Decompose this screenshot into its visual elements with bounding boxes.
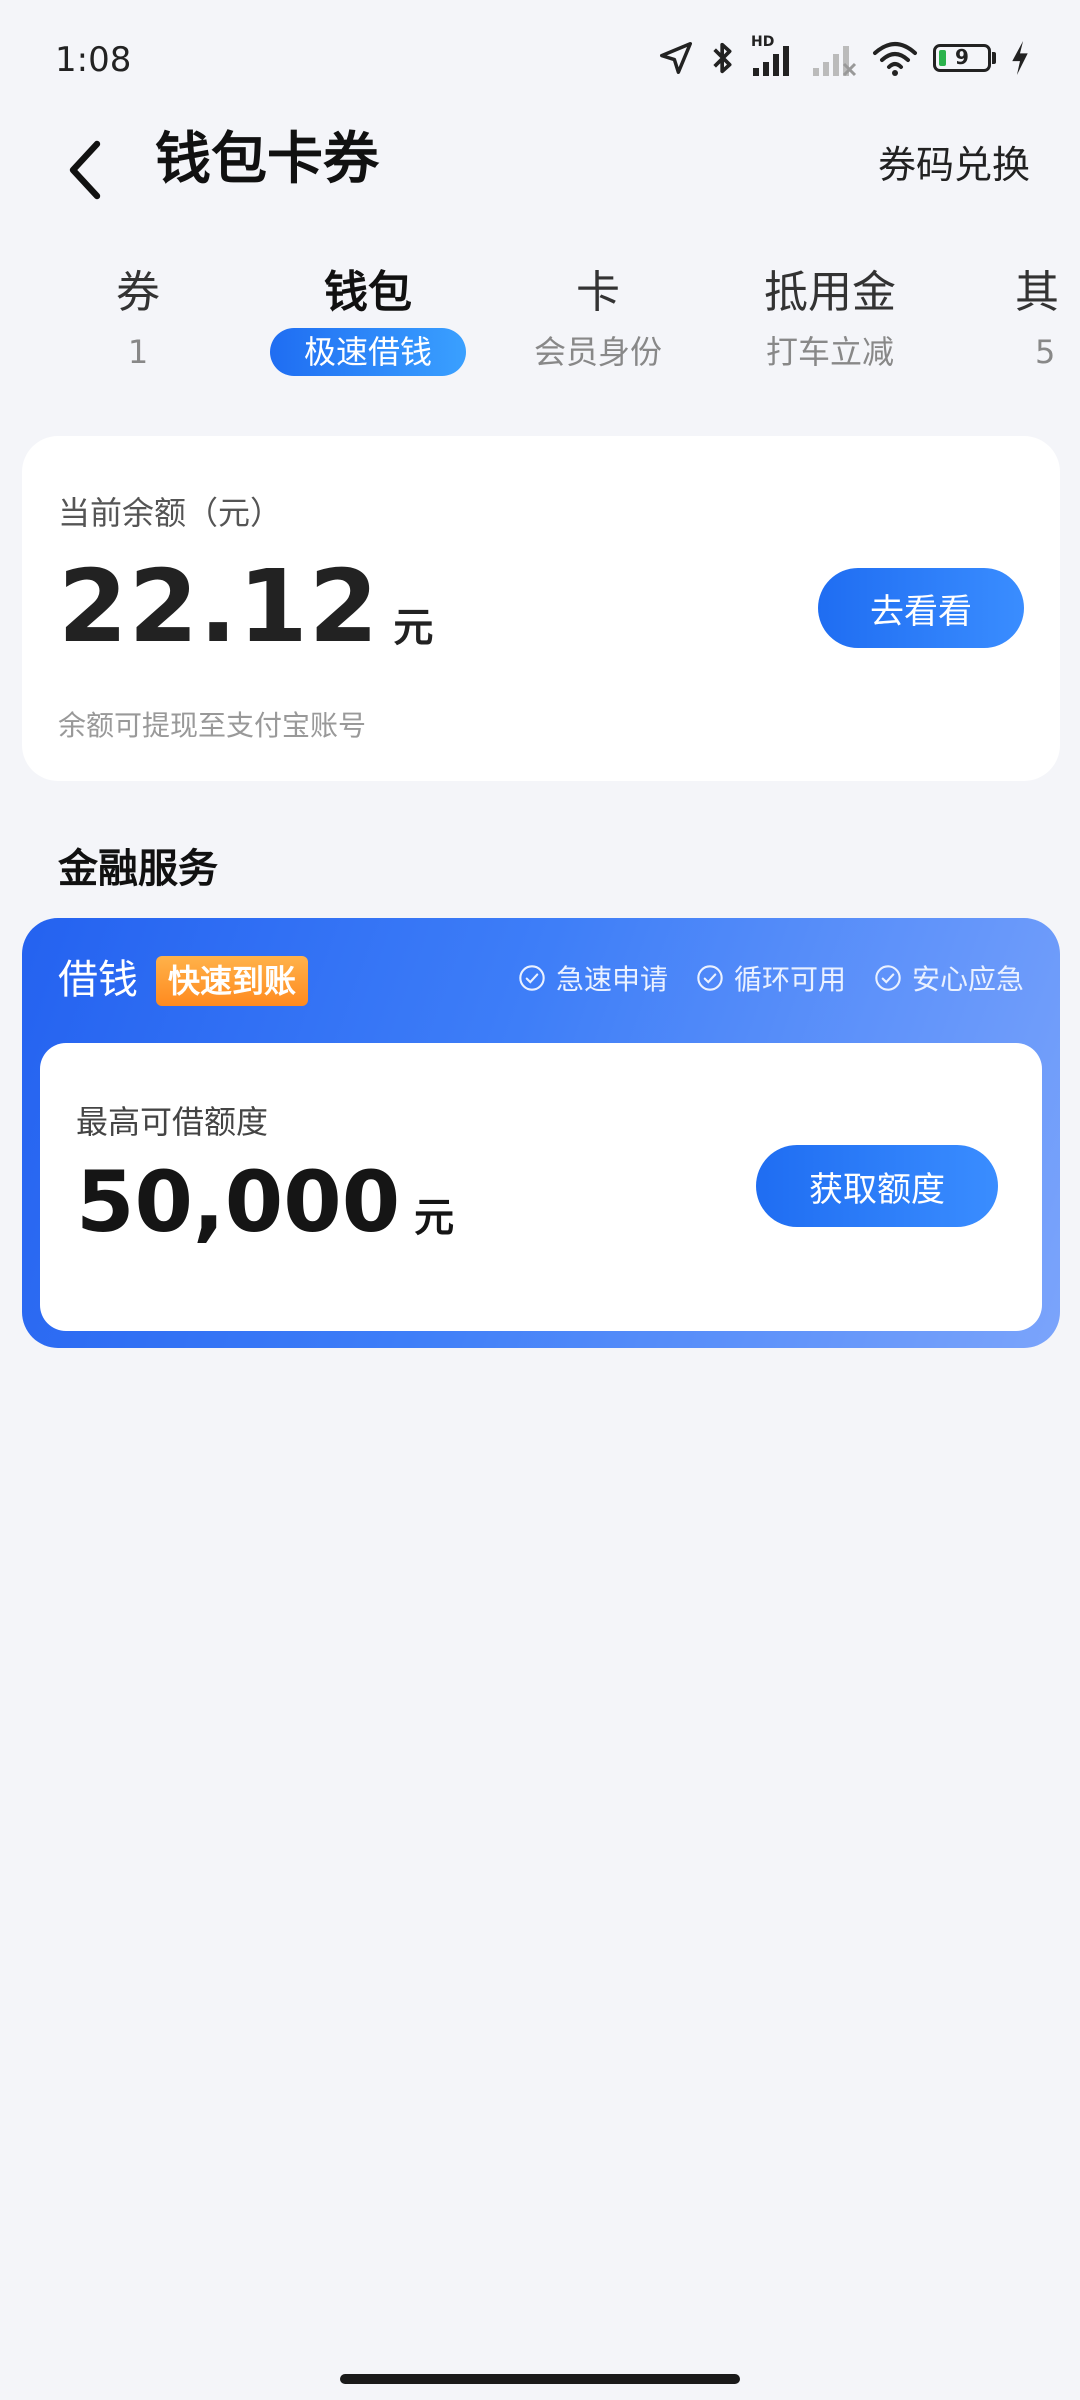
loan-limit-unit: 元 bbox=[414, 1195, 455, 1241]
signal-hd-icon: HD bbox=[751, 34, 797, 78]
loan-title: 借钱 bbox=[58, 957, 138, 1003]
tab-vouchers[interactable]: 抵用金 打车立减 bbox=[730, 262, 930, 376]
battery-level: 9 bbox=[955, 45, 969, 69]
loan-limit-amount: 50,000 元 bbox=[76, 1153, 454, 1251]
charging-icon bbox=[1012, 41, 1028, 75]
tab-other[interactable]: 其 5 bbox=[960, 262, 1080, 376]
feature-item: 循环可用 bbox=[696, 958, 846, 998]
balance-amount: 22.12 元 bbox=[58, 548, 433, 665]
redeem-code-link[interactable]: 券码兑换 bbox=[878, 130, 1030, 200]
wifi-icon bbox=[873, 42, 917, 76]
loan-limit-label: 最高可借额度 bbox=[76, 1103, 269, 1141]
bluetooth-icon bbox=[713, 42, 732, 74]
balance-note: 余额可提现至支付宝账号 bbox=[58, 709, 367, 742]
status-icons: HD 9 bbox=[657, 34, 1030, 78]
category-tabs: 券 1 钱包 极速借钱 卡 会员身份 抵用金 打车立减 其 5 bbox=[0, 262, 1080, 392]
location-icon bbox=[660, 42, 692, 74]
balance-card: 当前余额（元） 22.12 元 去看看 余额可提现至支付宝账号 bbox=[22, 436, 1060, 781]
check-circle-icon bbox=[875, 965, 901, 991]
tab-cards[interactable]: 卡 会员身份 bbox=[498, 262, 698, 376]
feature-item: 急速申请 bbox=[518, 958, 668, 998]
tab-wallet[interactable]: 钱包 极速借钱 bbox=[268, 262, 468, 376]
check-circle-icon bbox=[519, 965, 545, 991]
back-button[interactable] bbox=[55, 130, 115, 210]
get-limit-button[interactable]: 获取额度 bbox=[756, 1145, 998, 1227]
balance-unit: 元 bbox=[393, 605, 434, 651]
section-title-finance: 金融服务 bbox=[58, 846, 218, 892]
balance-label: 当前余额（元） bbox=[58, 494, 283, 532]
loan-limit-panel: 最高可借额度 50,000 元 获取额度 bbox=[40, 1043, 1042, 1331]
status-bar: 1:08 HD 9 bbox=[0, 0, 1080, 120]
loan-limit-value: 50,000 bbox=[76, 1153, 401, 1251]
battery-icon: 9 bbox=[933, 44, 996, 72]
view-balance-button[interactable]: 去看看 bbox=[818, 568, 1024, 648]
feature-item: 安心应急 bbox=[874, 958, 1024, 998]
signal-no-service-icon bbox=[813, 46, 857, 77]
chevron-left-icon bbox=[69, 140, 101, 200]
page-title: 钱包卡券 bbox=[155, 127, 379, 192]
balance-value: 22.12 bbox=[58, 548, 380, 665]
loan-features: 急速申请 循环可用 安心应急 bbox=[518, 958, 1024, 998]
status-time: 1:08 bbox=[55, 40, 132, 80]
home-indicator[interactable] bbox=[340, 2374, 740, 2384]
check-circle-icon bbox=[697, 965, 723, 991]
tab-coupons[interactable]: 券 1 bbox=[38, 262, 238, 376]
loan-card[interactable]: 借钱 快速到账 急速申请 循环可用 安心应急 最高可借额度 50,000 元 获… bbox=[22, 918, 1060, 1348]
fast-arrival-badge: 快速到账 bbox=[156, 956, 309, 1006]
